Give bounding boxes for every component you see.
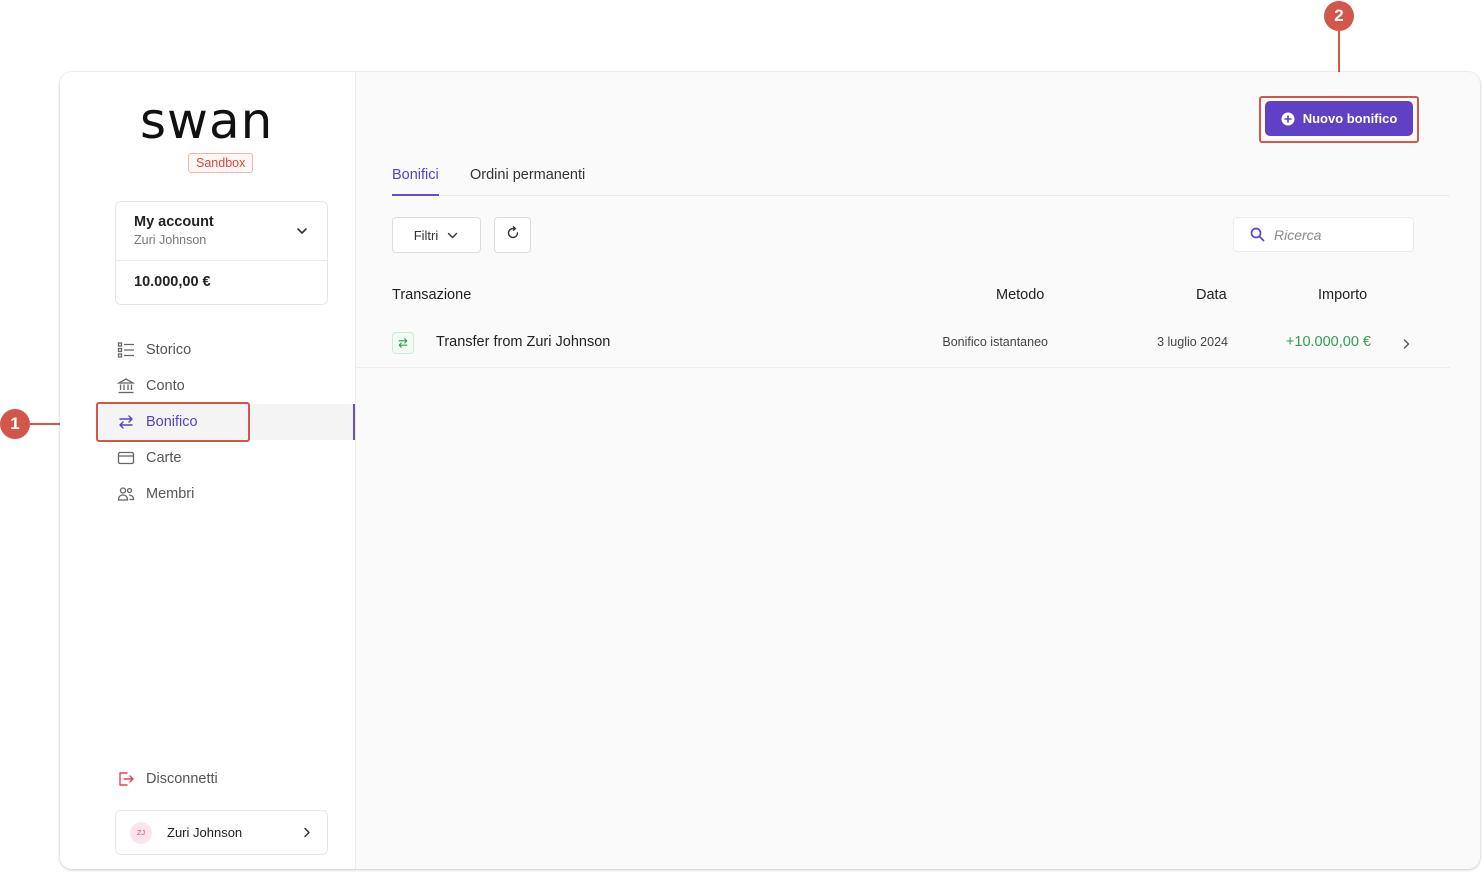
transfer-icon [392,332,414,354]
list-icon [117,341,135,359]
sidebar-item-label: Carte [146,450,182,466]
sandbox-badge: Sandbox [188,153,254,173]
members-icon [117,485,135,503]
column-header-data: Data [1196,287,1227,303]
column-header-importo: Importo [1318,287,1368,303]
callout-highlight-2 [1259,96,1419,143]
account-name: My account [134,214,214,230]
transaction-method: Bonifico istantaneo [942,335,1048,349]
refresh-icon [506,225,520,245]
chevron-right-icon [300,826,313,839]
callout-marker-1: 1 [0,409,30,439]
sidebar-divider [355,72,356,869]
account-header[interactable]: My account Zuri Johnson [116,202,327,261]
search-icon [1250,227,1265,242]
filter-label: Filtri [413,227,439,243]
transaction-title: Transfer from Zuri Johnson [436,334,611,350]
sidebar-item-conto[interactable]: Conto [60,368,356,404]
column-header-transazione: Transazione [392,287,472,303]
tab-bonifici[interactable]: Bonifici [392,167,439,196]
logout-link[interactable]: Disconnetti [117,770,218,788]
table-row[interactable]: Transfer from Zuri Johnson Bonifico ista… [356,320,1450,368]
bank-icon [117,377,135,395]
card-icon [117,449,135,467]
chevron-right-icon[interactable] [1400,337,1412,349]
tab-ordini-permanenti[interactable]: Ordini permanenti [470,167,585,196]
sidebar-item-label: Storico [146,342,192,358]
sidebar-item-storico[interactable]: Storico [60,332,356,368]
account-balance: 10.000,00 € [134,274,211,290]
account-switcher[interactable]: My account Zuri Johnson 10.000,00 € [115,201,328,305]
sidebar-item-membri[interactable]: Membri [60,476,356,512]
app-window: swan Sandbox My account Zuri Johnson 10.… [60,72,1480,869]
user-profile-button[interactable]: ZJ Zuri Johnson [115,810,328,855]
account-holder: Zuri Johnson [134,233,207,247]
sidebar-item-label: Conto [146,378,185,394]
user-name: Zuri Johnson [167,825,243,840]
sidebar-item-carte[interactable]: Carte [60,440,356,476]
swan-logo: swan [140,98,273,148]
refresh-button[interactable] [494,217,531,253]
logout-label: Disconnetti [146,771,218,787]
column-header-metodo: Metodo [996,287,1045,303]
filter-button[interactable]: Filtri [392,217,481,253]
search-box[interactable] [1233,217,1414,252]
tabs: Bonifici Ordini permanenti [392,167,1450,196]
callout-marker-2: 2 [1324,1,1354,31]
search-input[interactable] [1274,226,1394,243]
sidebar-item-label: Membri [146,486,195,502]
transaction-amount: +10.000,00 € [1285,334,1371,350]
chevron-down-icon[interactable] [295,224,309,238]
logout-icon [117,770,135,788]
avatar: ZJ [130,821,152,844]
logo-text: swan [140,98,273,148]
callout-highlight-1 [96,402,250,442]
transaction-date: 3 luglio 2024 [1157,335,1228,349]
chevron-down-icon [446,229,459,242]
sidebar: swan Sandbox My account Zuri Johnson 10.… [60,72,356,869]
